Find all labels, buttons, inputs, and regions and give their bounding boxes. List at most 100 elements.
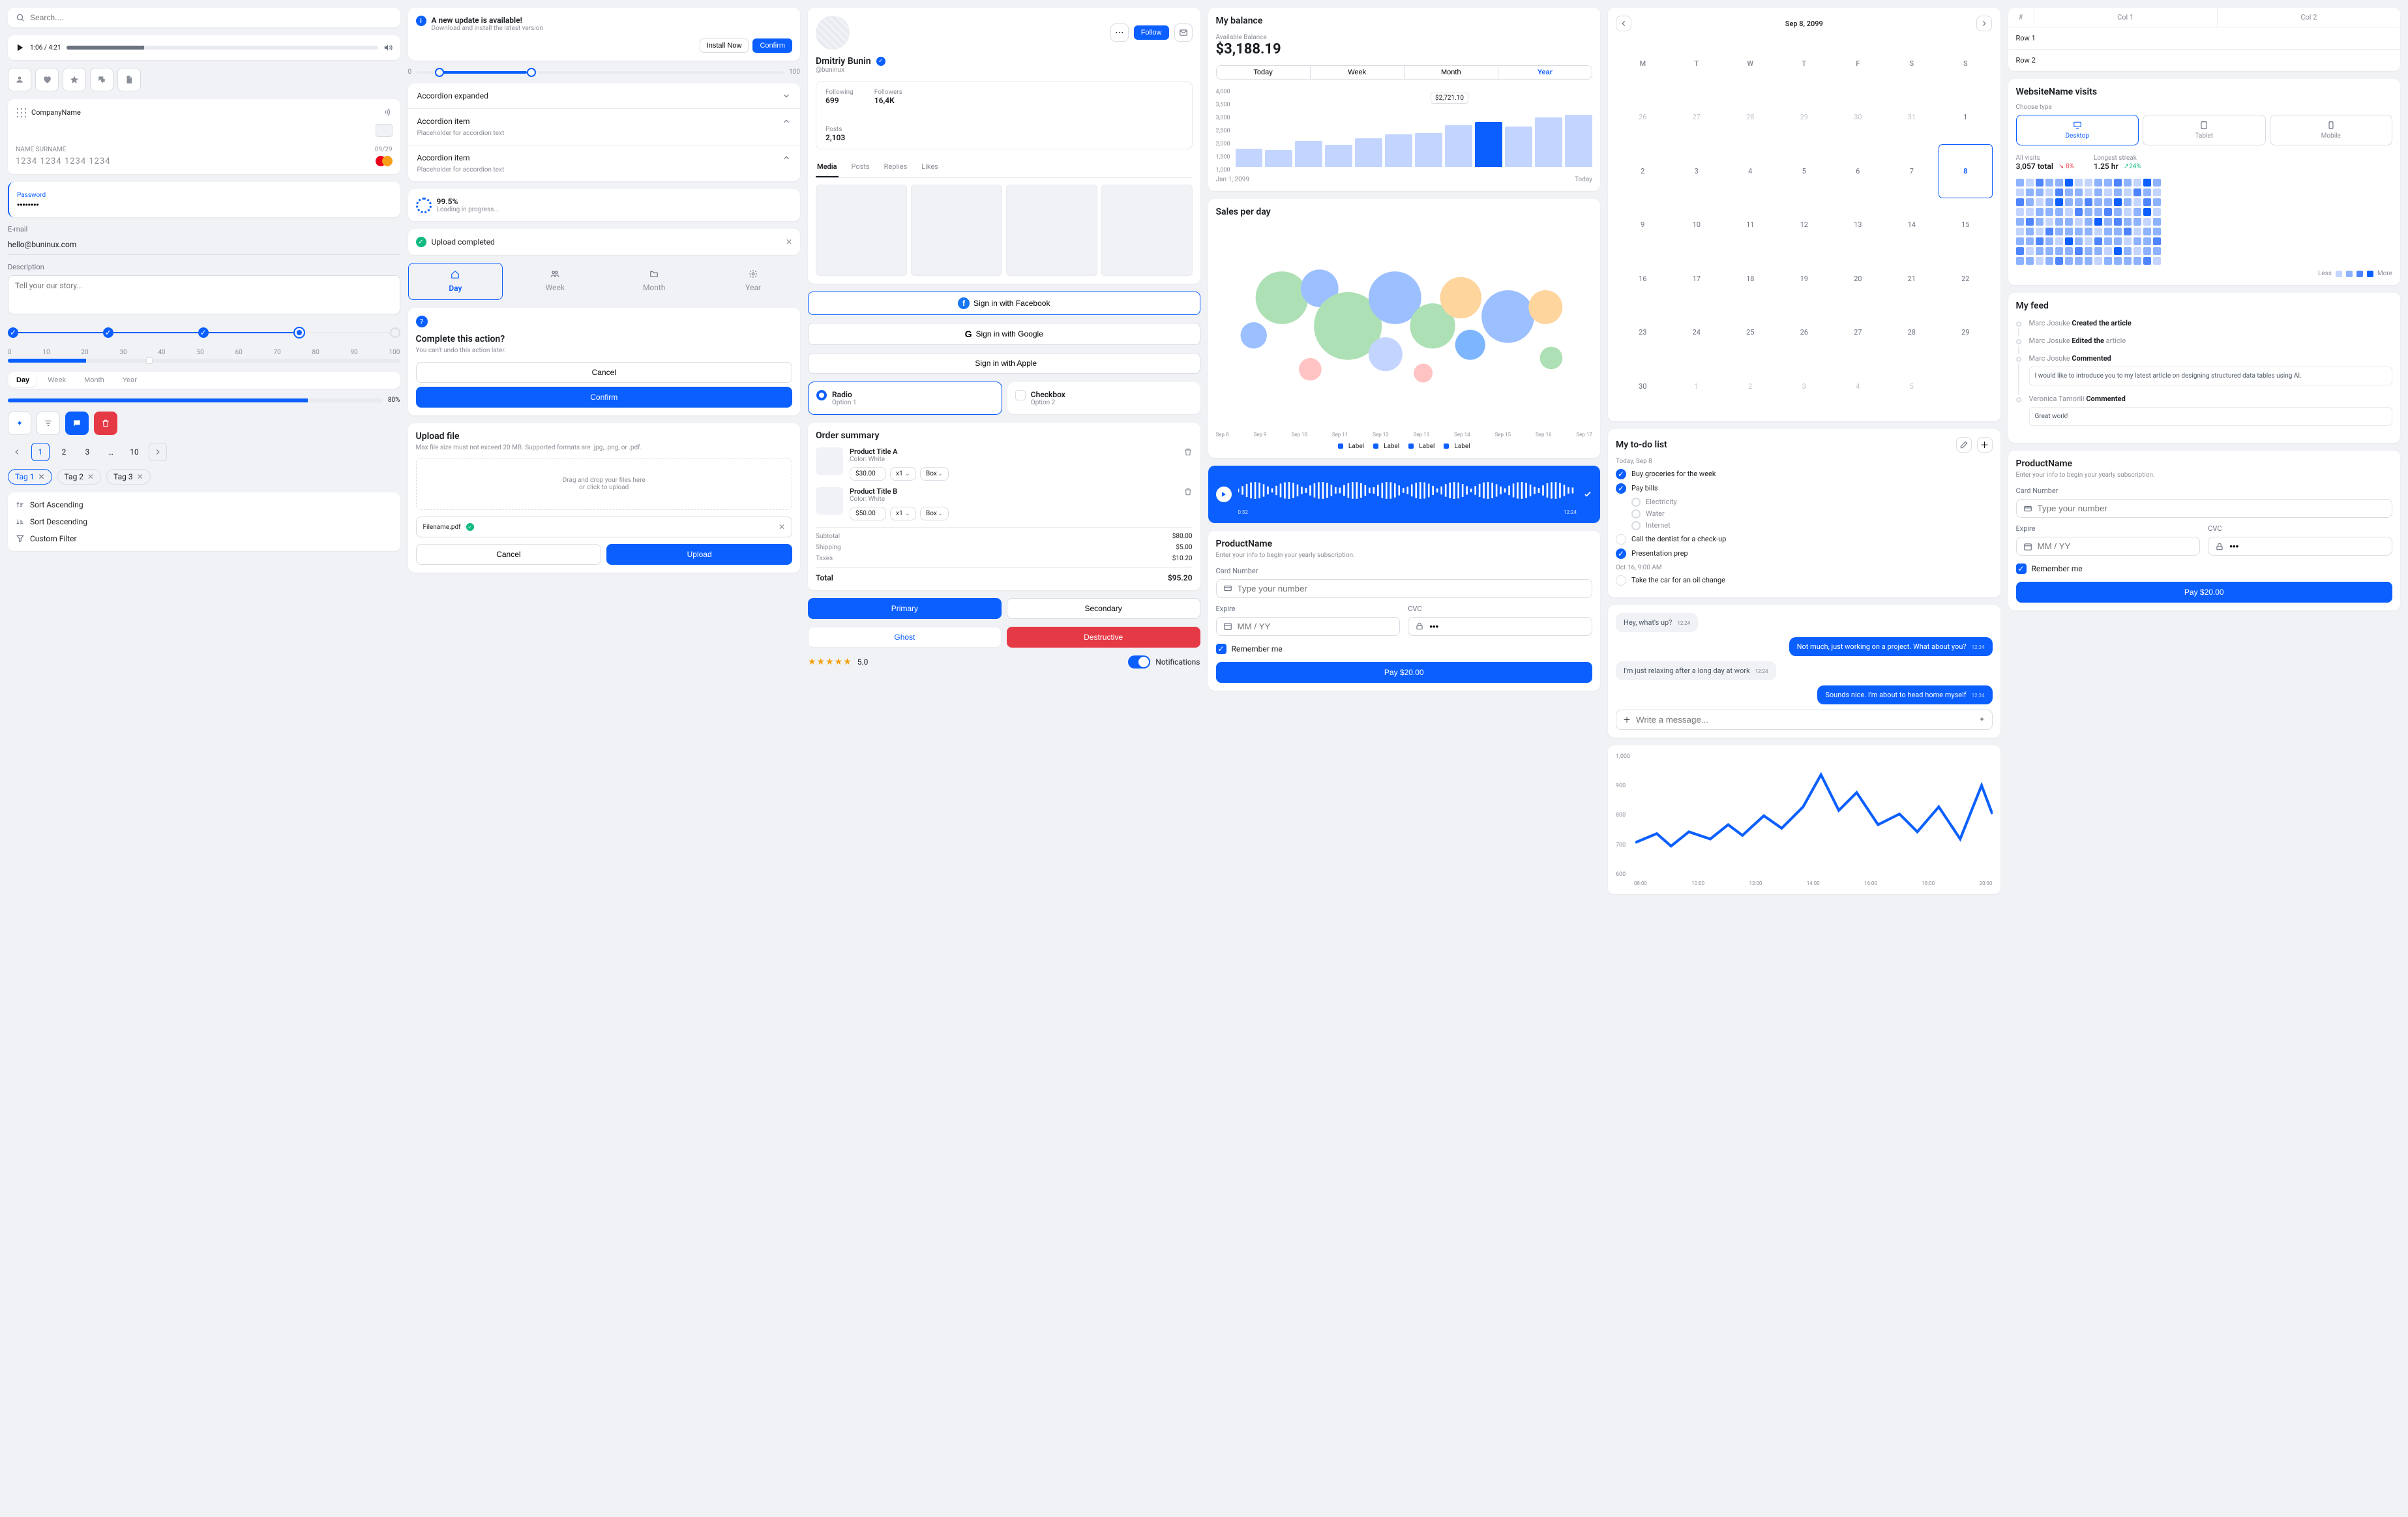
step-2[interactable]: ✓ [103, 327, 113, 338]
step-3[interactable]: ✓ [198, 327, 209, 338]
mail-icon[interactable] [1174, 23, 1193, 42]
pay-button-2[interactable]: Pay $20.00 [2016, 582, 2393, 603]
play-circle-icon[interactable] [1216, 487, 1232, 502]
unit-select[interactable]: Box ⌄ [920, 467, 949, 481]
range-handle-right[interactable] [527, 68, 536, 77]
icon-tab-month[interactable]: Month [607, 263, 701, 300]
calendar-day[interactable]: 1 [1670, 359, 1724, 413]
bar[interactable] [1505, 127, 1532, 167]
pager-10[interactable]: 10 [125, 443, 143, 461]
calendar-day[interactable]: 20 [1831, 252, 1885, 306]
type-mobile[interactable]: Mobile [2270, 115, 2393, 145]
calendar-day[interactable]: 16 [1616, 252, 1670, 306]
calendar-day[interactable]: 26 [1777, 306, 1832, 360]
document-icon[interactable] [117, 68, 141, 91]
bar[interactable] [1236, 149, 1263, 167]
calendar-day[interactable]: 31 [1885, 91, 1939, 145]
accordion-header-1[interactable]: Accordion item [417, 117, 792, 126]
play-icon[interactable] [16, 43, 25, 52]
tag-3[interactable]: Tag 3 ✕ [106, 469, 151, 485]
calendar-day[interactable]: 27 [1670, 91, 1724, 145]
table-row[interactable]: Row 1 [2008, 27, 2401, 50]
step-1[interactable]: ✓ [8, 327, 18, 338]
sparkle-icon[interactable]: ✦ [8, 412, 31, 435]
profile-tab-media[interactable]: Media [816, 157, 839, 177]
calendar-day[interactable]: 1 [1939, 91, 1993, 145]
calendar-day[interactable]: 9 [1616, 198, 1670, 252]
calendar-day[interactable]: 29 [1939, 306, 1993, 360]
remember-checkbox[interactable]: ✓ [1216, 644, 1226, 654]
calendar-day[interactable]: 13 [1831, 198, 1885, 252]
bar[interactable] [1535, 117, 1562, 167]
trash-icon[interactable] [94, 412, 117, 435]
bar[interactable] [1385, 134, 1412, 167]
todo-item[interactable]: ✓Buy groceries for the week [1616, 469, 1993, 479]
calendar-day[interactable]: 26 [1616, 91, 1670, 145]
calendar-next[interactable] [1976, 16, 1992, 31]
search-input[interactable] [30, 13, 393, 22]
bar[interactable] [1325, 145, 1352, 167]
profile-tab-likes[interactable]: Likes [920, 157, 940, 177]
user-icon[interactable] [8, 68, 31, 91]
bar[interactable] [1475, 122, 1502, 167]
calendar-day[interactable]: 14 [1885, 198, 1939, 252]
upload-cancel-button[interactable]: Cancel [416, 544, 602, 565]
bar[interactable] [1415, 133, 1442, 167]
calendar-day[interactable]: 2 [1723, 359, 1777, 413]
tag-2[interactable]: Tag 2 ✕ [57, 469, 102, 485]
todo-sub-checkbox[interactable] [1631, 498, 1641, 507]
upload-submit-button[interactable]: Upload [606, 544, 792, 565]
calendar-day[interactable]: 30 [1616, 359, 1670, 413]
radio-input[interactable] [816, 390, 827, 400]
tag-1[interactable]: Tag 1 ✕ [8, 469, 52, 485]
todo-item[interactable]: Take the car for an oil change [1616, 575, 1993, 586]
follow-button[interactable]: Follow [1134, 25, 1169, 40]
expire-input[interactable] [1238, 622, 1393, 631]
media-thumb[interactable] [816, 185, 907, 276]
calendar-day[interactable]: 5 [1777, 144, 1832, 198]
remove-item-icon[interactable] [1183, 447, 1193, 458]
calendar-day[interactable]: 4 [1831, 359, 1885, 413]
step-5[interactable] [390, 327, 400, 338]
calendar-day[interactable]: 8 [1939, 144, 1993, 198]
confirm-confirm-button[interactable]: Confirm [416, 387, 793, 408]
qty-select[interactable]: x1 ⌄ [890, 467, 916, 481]
tab-week[interactable]: Week [41, 374, 72, 387]
calendar-day[interactable]: 12 [1777, 198, 1832, 252]
unit-select[interactable]: Box ⌄ [920, 507, 949, 520]
todo-item[interactable]: ✓Presentation prep [1616, 548, 1993, 559]
range-month[interactable]: Month [1404, 66, 1498, 79]
bar[interactable] [1265, 150, 1292, 167]
heart-icon[interactable] [35, 68, 59, 91]
calendar-day[interactable]: 17 [1670, 252, 1724, 306]
todo-checkbox[interactable] [1616, 575, 1626, 586]
chat-input[interactable] [1636, 715, 1973, 725]
filter-icon[interactable] [37, 412, 60, 435]
pager-2[interactable]: 2 [55, 443, 73, 461]
step-4-current[interactable] [293, 327, 305, 338]
todo-checkbox[interactable]: ✓ [1616, 469, 1626, 479]
update-confirm-button[interactable]: Confirm [752, 38, 792, 53]
icon-tab-week[interactable]: Week [508, 263, 602, 300]
card-number-input-2[interactable] [2038, 503, 2386, 513]
destructive-button[interactable]: Destructive [1007, 627, 1200, 648]
calendar-day[interactable]: 30 [1831, 91, 1885, 145]
sort-desc[interactable]: Sort Descending [16, 517, 393, 526]
tab-year[interactable]: Year [116, 374, 143, 387]
close-icon[interactable]: ✕ [786, 237, 792, 247]
calendar-day[interactable]: 3 [1670, 144, 1724, 198]
type-tablet[interactable]: Tablet [2143, 115, 2266, 145]
range-handle-left[interactable] [435, 68, 444, 77]
calendar-day[interactable]: 23 [1616, 306, 1670, 360]
bar[interactable] [1295, 141, 1322, 167]
calendar-prev[interactable] [1616, 16, 1631, 31]
cvc-input[interactable] [1429, 622, 1585, 631]
star-icon[interactable] [63, 68, 86, 91]
expire-input-2[interactable] [2038, 541, 2193, 551]
calendar-day[interactable]: 2 [1616, 144, 1670, 198]
bar[interactable] [1355, 138, 1382, 167]
pager-1[interactable]: 1 [31, 443, 50, 461]
calendar-day[interactable]: 22 [1939, 252, 1993, 306]
todo-checkbox[interactable]: ✓ [1616, 483, 1626, 494]
message-icon[interactable] [65, 412, 89, 435]
